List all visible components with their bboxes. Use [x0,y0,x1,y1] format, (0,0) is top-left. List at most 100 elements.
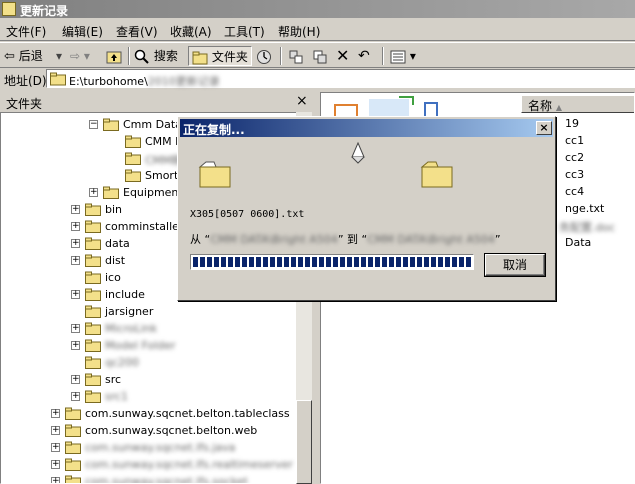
folders-label: 文件夹 [211,50,248,64]
menu-file[interactable]: 文件(F) [6,23,46,40]
forward-button[interactable]: ⇨ ▾ [70,46,90,66]
folder-icon [85,390,101,403]
folder-icon [85,271,101,284]
dialog-title-bar[interactable]: 正在复制... × [180,119,553,137]
tree-item[interactable]: + MicroLink [1,321,301,338]
views-button[interactable]: ▾ [390,46,416,66]
tree-item-label: MicroLink [105,322,158,335]
tree-item[interactable]: + com.sunway.sqcnet.belton.web [1,423,301,440]
list-item[interactable]: cc1 [565,134,584,147]
dialog-close-icon[interactable]: × [536,121,552,135]
back-button[interactable]: ⇦ 后退 [4,46,43,66]
folder-icon [85,254,101,267]
folder-icon [125,152,141,165]
folder-icon [85,220,101,233]
folder-icon [85,288,101,301]
column-header-name[interactable]: 名称 ▲ [521,95,634,113]
expand-icon[interactable]: + [71,324,80,333]
tree-item-label: com.sunway.sqcnet.lfs.realtimeserver [85,458,293,471]
expand-icon[interactable]: + [51,409,60,418]
tree-item-label: Cmm Data [123,118,182,131]
search-button[interactable]: 搜索 [134,46,178,66]
flying-document-icon [351,141,365,164]
close-icon[interactable]: × [296,93,308,109]
move-to-button[interactable] [288,46,304,66]
tree-item[interactable]: + src [1,372,301,389]
list-item[interactable]: 19 [565,117,579,130]
views-icon [390,50,406,63]
list-item[interactable]: cc4 [565,185,584,198]
folder-icon [103,186,119,199]
window-title-bar[interactable]: 更新记录 [0,0,635,18]
expand-icon[interactable]: + [51,443,60,452]
folders-button[interactable]: 文件夹 [188,46,252,66]
tree-item[interactable]: + com.sunway.sqcnet.lfs.socket [1,474,301,483]
tree-item-label: dist [105,254,126,267]
collapse-icon[interactable]: − [89,120,98,129]
list-item[interactable]: cc2 [565,151,584,164]
folder-icon [85,305,101,318]
list-item[interactable]: Data [565,236,591,249]
history-icon [257,49,271,64]
copy-progress-bar [190,254,474,270]
menu-view[interactable]: 查看(V) [116,23,158,40]
delete-icon[interactable]: ✕ [336,46,349,66]
back-dropdown-icon[interactable]: ▾ [56,46,62,66]
sort-ascending-icon: ▲ [555,103,562,112]
tree-item[interactable]: jarsigner [1,304,301,321]
search-icon [134,49,149,64]
tree-item[interactable]: + com.sunway.sqcnet.belton.tableclass [1,406,301,423]
up-folder-button[interactable] [106,46,122,66]
menu-help[interactable]: 帮助(H) [278,23,320,40]
tree-item-label: bin [105,203,123,216]
menu-favorites[interactable]: 收藏(A) [170,23,212,40]
address-input[interactable]: E:\turbohome\2010更新记录 [46,69,635,88]
list-item[interactable]: 务配置.doc [559,219,615,235]
tree-item[interactable]: + Model Folder [1,338,301,355]
tree-scrollbar-thumb[interactable] [296,400,312,484]
folders-pane-title: 文件夹 [6,97,43,111]
menu-tools[interactable]: 工具(T) [224,23,265,40]
tree-item-label: jarsigner [105,305,154,318]
history-button[interactable] [256,46,272,66]
destination-folder-icon [420,161,453,188]
folder-icon [85,203,101,216]
tree-item-label: Equipment [123,186,183,199]
expand-icon[interactable]: + [71,392,80,401]
toolbar: ⇦ 后退 ▾ ⇨ ▾ 搜索 文件夹 ✕ ↶ ▾ [0,42,635,68]
expand-icon[interactable]: + [89,188,98,197]
menu-edit[interactable]: 编辑(E) [62,23,103,40]
forward-arrow-icon: ⇨ ▾ [70,49,90,63]
list-item[interactable]: nge.txt [565,202,604,215]
folder-icon [85,339,101,352]
list-item[interactable]: cc3 [565,168,584,181]
folder-icon [50,72,66,86]
undo-icon[interactable]: ↶ [358,46,370,66]
views-dropdown-icon: ▾ [409,49,416,63]
tree-item[interactable]: qc200 [1,355,301,372]
tree-item[interactable]: + src1 [1,389,301,406]
source-folder-icon [198,161,231,188]
address-label: 地址(D) [4,74,47,88]
expand-icon[interactable]: + [71,256,80,265]
copy-from-to: 从 “CMM DATA\Bright A504” 到 “CMM DATA\Bri… [190,233,501,246]
column-name-label: 名称 ▲ [528,99,562,113]
tree-item-label: comminstaller [105,220,184,233]
expand-icon[interactable]: + [71,290,80,299]
expand-icon[interactable]: + [51,477,60,483]
tree-item-label: com.sunway.sqcnet.lfs.java [85,441,236,454]
copy-to-button[interactable] [312,46,328,66]
expand-icon[interactable]: + [51,426,60,435]
up-folder-icon [106,51,122,63]
expand-icon[interactable]: + [51,460,60,469]
tree-item[interactable]: + com.sunway.sqcnet.lfs.realtimeserver [1,457,301,474]
tree-item[interactable]: + com.sunway.sqcnet.lfs.java [1,440,301,457]
expand-icon[interactable]: + [71,205,80,214]
expand-icon[interactable]: + [71,341,80,350]
tree-item-label: data [105,237,130,250]
expand-icon[interactable]: + [71,222,80,231]
cancel-button[interactable]: 取消 [485,254,545,276]
expand-icon[interactable]: + [71,375,80,384]
expand-icon[interactable]: + [71,239,80,248]
folder-icon [65,441,81,454]
